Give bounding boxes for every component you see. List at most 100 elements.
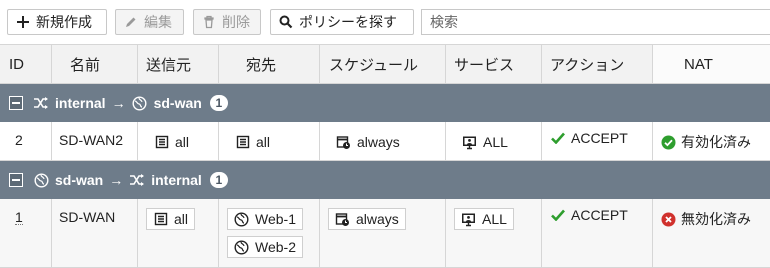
group-count-badge: 1 [209, 95, 228, 111]
cell-destination: all [219, 122, 320, 160]
cell-schedule: always [320, 199, 446, 267]
search-icon [279, 15, 293, 29]
cell-nat: 有効化済み [653, 122, 770, 160]
arrow-icon: → [111, 95, 126, 111]
source-chip[interactable]: all [146, 208, 196, 230]
nat-label: 無効化済み [681, 211, 751, 227]
policy-name: SD-WAN2 [59, 132, 124, 148]
column-header-label: スケジュール [329, 56, 418, 74]
group-from: internal [55, 95, 106, 111]
cell-destination: Web-1 Web-2 [219, 199, 320, 267]
group-to: internal [151, 172, 202, 188]
search-input[interactable] [421, 9, 770, 35]
new-button[interactable]: 新規作成 [7, 9, 107, 35]
destination-chip[interactable]: all [229, 131, 276, 153]
globe-icon [234, 211, 249, 227]
action-label: ACCEPT [571, 207, 628, 223]
check-icon [551, 209, 565, 221]
nat-status: 有効化済み [661, 132, 751, 152]
cell-action: ACCEPT [542, 199, 653, 267]
column-header-label: サービス [454, 56, 515, 74]
service-chip[interactable]: ALL [456, 131, 514, 153]
destination-chip[interactable]: Web-2 [227, 236, 303, 258]
edit-label: 編集 [144, 14, 172, 30]
column-header-label: 宛先 [246, 56, 277, 74]
cell-service: ALL [446, 122, 542, 160]
schedule-label: always [356, 211, 399, 227]
monitor-icon [461, 212, 476, 227]
source-chip[interactable]: all [148, 131, 195, 153]
source-label: all [174, 211, 189, 227]
destination-label: all [256, 134, 271, 150]
table-row[interactable]: 1 SD-WAN all Web-1 Web-2 always ALL ACCE… [0, 199, 770, 268]
cell-id: 2 [0, 122, 52, 160]
find-policy-label: ポリシーを探す [299, 14, 397, 30]
schedule-label: always [357, 134, 400, 150]
cell-nat: 無効化済み [653, 199, 770, 267]
table-row[interactable]: 2 SD-WAN2 all all always ALL ACCEPT 有効化済… [0, 122, 770, 161]
cell-source: all [138, 199, 219, 267]
nat-label: 有効化済み [681, 134, 751, 150]
service-label: ALL [483, 134, 508, 150]
service-chip[interactable]: ALL [454, 208, 514, 230]
group-count-badge: 1 [209, 172, 228, 188]
toolbar: 新規作成 編集 削除 ポリシーを探す [0, 0, 770, 44]
address-list-icon [235, 135, 250, 150]
column-header-destination[interactable]: 宛先 [219, 45, 320, 83]
column-header-label: ID [9, 55, 24, 73]
column-header-nat[interactable]: NAT [653, 45, 770, 83]
service-label: ALL [482, 211, 507, 227]
check-circle-icon [661, 135, 676, 150]
new-label: 新規作成 [36, 14, 92, 30]
action-value: ACCEPT [551, 207, 628, 223]
cell-source: all [138, 122, 219, 160]
monitor-icon [462, 135, 477, 150]
column-header-source[interactable]: 送信元 [138, 45, 219, 83]
column-header-label: 送信元 [146, 56, 192, 74]
column-header-id[interactable]: ID [0, 45, 52, 83]
schedule-chip[interactable]: always [328, 208, 406, 230]
column-header-name[interactable]: 名前 [52, 45, 138, 83]
group-from: sd-wan [55, 172, 104, 188]
destination-chip[interactable]: Web-1 [227, 208, 303, 230]
delete-label: 削除 [222, 14, 250, 30]
check-icon [551, 132, 565, 144]
delete-button[interactable]: 削除 [193, 9, 261, 35]
policy-id: 1 [15, 209, 23, 225]
edit-button[interactable]: 編集 [115, 9, 184, 35]
address-list-icon [153, 212, 168, 227]
globe-icon [33, 172, 49, 188]
column-header-label: アクション [550, 56, 625, 74]
globe-icon [234, 239, 249, 255]
column-header-action[interactable]: アクション [542, 45, 653, 83]
nat-status: 無効化済み [661, 209, 751, 229]
destination-label: Web-1 [255, 211, 296, 227]
calendar-clock-icon [335, 212, 350, 227]
arrow-icon: → [109, 172, 124, 188]
trash-icon [202, 15, 216, 29]
table-header: ID 名前 送信元 宛先 スケジュール サービス アクション NAT [0, 44, 770, 84]
calendar-clock-icon [336, 135, 351, 150]
cell-name: SD-WAN2 [52, 122, 138, 160]
group-row-internal-to-sdwan[interactable]: internal → sd-wan 1 [0, 84, 770, 122]
shuffle-icon [129, 172, 145, 188]
column-header-service[interactable]: サービス [446, 45, 542, 83]
policy-name: SD-WAN [59, 209, 116, 225]
cell-id: 1 [0, 199, 52, 267]
action-label: ACCEPT [571, 130, 628, 146]
pencil-icon [124, 15, 138, 29]
column-header-label: 名前 [70, 56, 101, 74]
group-row-sdwan-to-internal[interactable]: sd-wan → internal 1 [0, 161, 770, 199]
collapse-toggle[interactable] [9, 96, 23, 110]
cell-action: ACCEPT [542, 122, 653, 160]
schedule-chip[interactable]: always [330, 131, 406, 153]
action-value: ACCEPT [551, 130, 628, 146]
x-circle-icon [661, 212, 676, 227]
policy-id: 2 [15, 132, 23, 148]
address-list-icon [154, 135, 169, 150]
plus-icon [16, 15, 30, 29]
column-header-schedule[interactable]: スケジュール [320, 45, 446, 83]
find-policy-button[interactable]: ポリシーを探す [270, 9, 414, 35]
collapse-toggle[interactable] [9, 173, 23, 187]
destination-label: Web-2 [255, 239, 296, 255]
